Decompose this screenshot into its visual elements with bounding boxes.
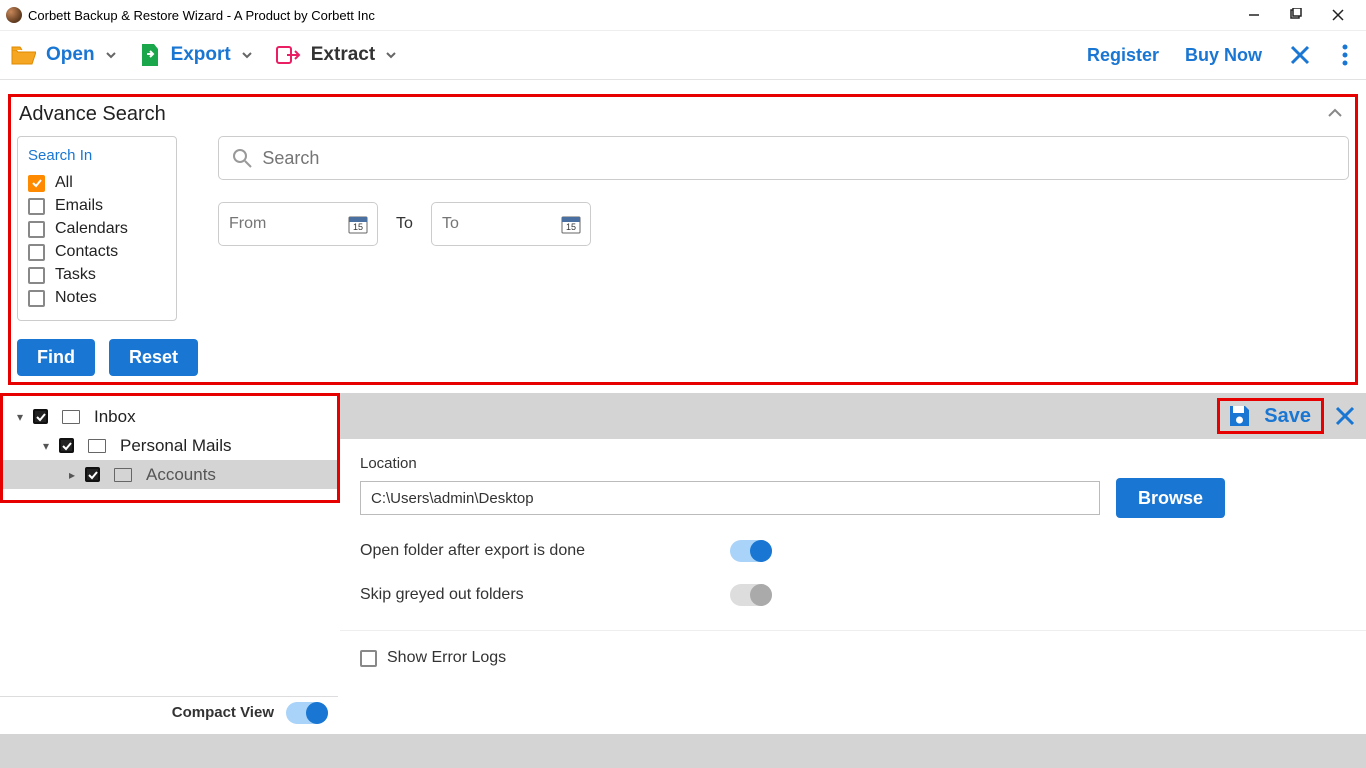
open-after-label: Open folder after export is done <box>360 542 730 560</box>
export-menu[interactable]: Export <box>139 42 253 68</box>
status-bar <box>0 734 1366 768</box>
maximize-button[interactable] <box>1284 3 1308 27</box>
open-label: Open <box>46 44 95 66</box>
search-in-box: Search In All Emails Calendars Contacts … <box>17 136 177 321</box>
export-label: Export <box>171 44 231 66</box>
search-in-contacts-label: Contacts <box>55 243 118 261</box>
tree-item-label: Inbox <box>94 407 136 427</box>
close-button[interactable] <box>1326 3 1350 27</box>
search-in-all[interactable]: All <box>28 174 166 192</box>
calendar-icon: 15 <box>560 213 582 235</box>
extract-label: Extract <box>311 44 375 66</box>
app-icon <box>6 7 22 23</box>
minimize-button[interactable] <box>1242 3 1266 27</box>
location-label: Location <box>360 455 1346 472</box>
action-bar: Save <box>340 393 1366 439</box>
search-in-calendars[interactable]: Calendars <box>28 220 166 238</box>
search-input-wrapper[interactable] <box>218 136 1349 180</box>
to-label: To <box>396 215 413 233</box>
folder-icon <box>114 468 132 482</box>
tree-item-label: Accounts <box>146 465 216 485</box>
tree-item-accounts[interactable]: ▸ Accounts <box>3 460 337 489</box>
search-in-title: Search In <box>28 147 166 164</box>
toolbar: Open Export Extract Register Buy Now <box>0 30 1366 80</box>
save-label: Save <box>1264 405 1311 428</box>
folder-icon <box>62 410 80 424</box>
search-in-tasks-label: Tasks <box>55 266 96 284</box>
search-in-tasks[interactable]: Tasks <box>28 266 166 284</box>
extract-menu[interactable]: Extract <box>275 44 397 66</box>
titlebar: Corbett Backup & Restore Wizard - A Prod… <box>0 0 1366 30</box>
save-button[interactable]: Save <box>1226 403 1311 429</box>
expand-icon[interactable]: ▾ <box>41 439 51 453</box>
chevron-down-icon <box>385 49 397 61</box>
checkbox-icon <box>28 221 45 238</box>
window-title: Corbett Backup & Restore Wizard - A Prod… <box>28 8 375 23</box>
checkbox-checked-icon[interactable] <box>59 438 74 453</box>
folder-icon <box>88 439 106 453</box>
checkbox-icon <box>28 290 45 307</box>
checkbox-icon <box>28 198 45 215</box>
search-in-all-label: All <box>55 174 73 192</box>
compact-view-label: Compact View <box>172 704 274 721</box>
tree-item-label: Personal Mails <box>120 436 232 456</box>
skip-greyed-toggle[interactable] <box>730 584 772 606</box>
advance-search-panel: Advance Search Search In All Emails Cale… <box>8 94 1358 385</box>
date-to-field[interactable]: 15 <box>431 202 591 246</box>
open-menu[interactable]: Open <box>10 44 117 66</box>
folder-tree: ▾ Inbox ▾ Personal Mails ▸ Accounts <box>0 393 340 503</box>
register-link[interactable]: Register <box>1087 45 1159 66</box>
save-highlight: Save <box>1217 398 1324 434</box>
location-input[interactable] <box>360 481 1100 515</box>
checkbox-icon <box>28 267 45 284</box>
checkbox-icon <box>28 244 45 261</box>
compact-view-bar: Compact View <box>0 696 338 728</box>
chevron-down-icon <box>241 49 253 61</box>
search-in-emails[interactable]: Emails <box>28 197 166 215</box>
show-error-logs-checkbox[interactable] <box>360 650 377 667</box>
date-from-field[interactable]: 15 <box>218 202 378 246</box>
more-menu[interactable] <box>1338 43 1352 67</box>
chevron-down-icon <box>105 49 117 61</box>
extract-icon <box>275 44 301 66</box>
search-in-notes[interactable]: Notes <box>28 289 166 307</box>
close-x-button[interactable] <box>1288 43 1312 67</box>
folder-open-icon <box>10 44 36 66</box>
compact-view-toggle[interactable] <box>286 702 328 724</box>
show-error-logs-label: Show Error Logs <box>387 649 506 667</box>
date-to-input[interactable] <box>442 215 542 233</box>
expand-icon[interactable]: ▸ <box>67 468 77 482</box>
calendar-icon: 15 <box>347 213 369 235</box>
search-in-notes-label: Notes <box>55 289 97 307</box>
checkbox-checked-icon[interactable] <box>85 467 100 482</box>
svg-text:15: 15 <box>353 222 363 232</box>
file-export-icon <box>139 42 161 68</box>
expand-icon[interactable]: ▾ <box>15 410 25 424</box>
search-in-calendars-label: Calendars <box>55 220 128 238</box>
find-button[interactable]: Find <box>17 339 95 376</box>
checkbox-checked-icon <box>28 175 45 192</box>
svg-text:15: 15 <box>566 222 576 232</box>
tree-item-inbox[interactable]: ▾ Inbox <box>3 402 337 431</box>
browse-button[interactable]: Browse <box>1116 478 1225 518</box>
reset-button[interactable]: Reset <box>109 339 198 376</box>
tree-item-personal-mails[interactable]: ▾ Personal Mails <box>3 431 337 460</box>
search-in-contacts[interactable]: Contacts <box>28 243 166 261</box>
close-panel-button[interactable] <box>1334 405 1356 427</box>
date-from-input[interactable] <box>229 215 329 233</box>
open-after-toggle[interactable] <box>730 540 772 562</box>
collapse-button[interactable] <box>1327 107 1343 119</box>
search-input[interactable] <box>262 148 1336 169</box>
buy-now-link[interactable]: Buy Now <box>1185 45 1262 66</box>
search-icon <box>231 147 252 169</box>
advance-search-title: Advance Search <box>19 103 1347 126</box>
skip-greyed-label: Skip greyed out folders <box>360 586 730 604</box>
checkbox-checked-icon[interactable] <box>33 409 48 424</box>
save-icon <box>1226 403 1252 429</box>
search-in-emails-label: Emails <box>55 197 103 215</box>
